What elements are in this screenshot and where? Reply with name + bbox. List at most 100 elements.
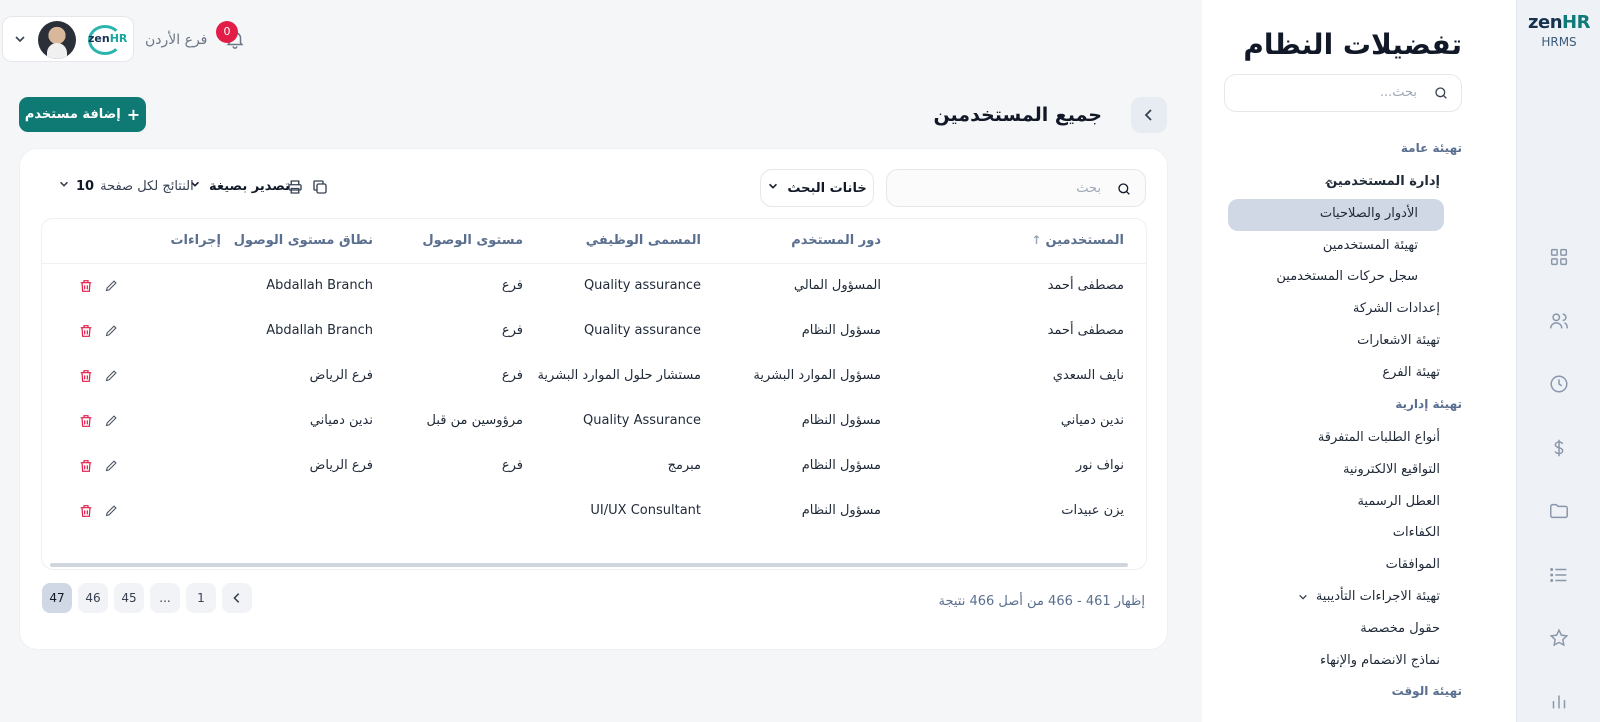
page-button[interactable]: 45 [114,583,144,613]
column-header-role: دور المستخدم [701,219,881,264]
brand-name-part1: zen [1528,12,1563,33]
sidebar-item-disciplinary[interactable]: تهيئة الاجراءات التأديبية [1316,589,1440,604]
add-user-label: إضافة مستخدم [24,107,121,122]
list-icon[interactable] [1548,564,1570,586]
sort-arrow-icon[interactable]: ↑ [1031,233,1041,247]
folder-icon[interactable] [1548,500,1570,522]
cell-role: مسؤول النظام [801,413,881,428]
trash-icon[interactable] [78,278,94,294]
search-fields-label: خانات البحث [787,180,867,196]
cell-job-title: مبرمج [667,458,701,473]
export-label: تصدير بصيغة [209,178,290,194]
brand-logo[interactable]: zenHR HRMS [1517,12,1600,49]
chart-icon[interactable] [1548,690,1570,712]
sidebar-item-company-settings[interactable]: إعدادات الشركة [1353,301,1440,316]
cell-job-title: مستشار حلول الموارد البشرية [537,368,701,383]
group-admin: تهيئة إدارية [1395,397,1462,411]
cell-role: مسؤول النظام [801,503,881,518]
sidebar-item-roles[interactable]: الأدوار والصلاحيات [1320,206,1418,221]
sidebar-item-approvals[interactable]: الموافقات [1386,557,1440,572]
pagination: 47 46 45 ... 1 [42,583,252,613]
column-header-user[interactable]: المستخدمين ↑ [881,219,1146,264]
sidebar-item-user-management[interactable]: إدارة المستخدمين [1326,174,1440,189]
sidebar-item-custom-fields[interactable]: حقول مخصصة [1360,621,1440,636]
table-header-row: المستخدمين↑ دور المستخدم المسمى الوظيفي … [42,219,1146,264]
page-button[interactable]: 46 [78,583,108,613]
sidebar-item-users-log[interactable]: سجل حركات المستخدمين [1276,269,1418,284]
table-row: يزن عبيدات مسؤول النظام UI/UX Consultant [42,488,1146,533]
sidebar-item-misc-requests[interactable]: أنواع الطلبات المتفرقة [1318,430,1440,445]
column-header-job-title: المسمى الوظيفي [523,219,701,264]
chevron-down-icon [767,180,779,196]
column-header-access-level: مستوى الوصول [373,219,523,264]
page-ellipsis: ... [150,583,180,613]
copy-icon[interactable] [311,178,329,196]
sidebar-item-onboarding-forms[interactable]: نماذج الانضمام والإنهاء [1320,653,1440,668]
cell-role: المسؤول المالي [793,278,881,294]
cell-access-level: فرع [501,323,523,338]
chevron-up-icon[interactable] [1324,176,1334,186]
horizontal-scrollbar[interactable] [50,563,1128,567]
branch-name[interactable]: فرع الأردن [145,32,207,48]
edit-icon[interactable] [104,503,119,518]
per-page-select[interactable]: النتائج لكل صفحة 10 [58,178,194,194]
star-icon[interactable] [1548,627,1570,649]
sidebar-item-users-setup[interactable]: تهيئة المستخدمين [1323,238,1418,253]
edit-icon[interactable] [104,368,119,383]
cell-access-scope: فرع الرياض [309,458,373,473]
chevron-down-icon[interactable] [1298,591,1308,601]
edit-icon[interactable] [104,413,119,428]
cell-role: مسؤول النظام [801,458,881,473]
chevron-left-icon [1144,109,1152,121]
cell-role: مسؤول الموارد البشرية [753,368,881,383]
cell-job-title: UI/UX Consultant [590,503,701,518]
sidebar-item-competencies[interactable]: الكفاءات [1393,525,1440,540]
export-dropdown[interactable]: تصدير بصيغة [189,178,290,194]
trash-icon[interactable] [78,323,94,339]
add-user-button[interactable]: + إضافة مستخدم [19,97,146,132]
column-header-user-label: المستخدمين [1045,233,1124,249]
cell-access-scope: ندين دمياني [309,413,373,428]
cell-user: نواف نور [1075,458,1124,473]
notification-badge: 0 [216,21,238,43]
cell-user: يزن عبيدات [1061,503,1124,518]
sidebar-item-branch-setup[interactable]: تهيئة الفرع [1382,365,1440,380]
trash-icon[interactable] [78,368,94,384]
page-button[interactable]: 1 [186,583,216,613]
search-placeholder: بحث [1076,181,1101,196]
sidebar-item-holidays[interactable]: العطل الرسمية [1357,494,1440,509]
trash-icon[interactable] [78,503,94,519]
users-icon[interactable] [1548,310,1570,332]
company-logo: zenHR [85,25,129,55]
cell-access-scope [221,488,373,533]
trash-icon[interactable] [78,413,94,429]
edit-icon[interactable] [104,323,119,338]
back-button[interactable] [1131,97,1167,133]
cell-user: مصطفى أحمد [1047,323,1124,338]
page-button-active[interactable]: 47 [42,583,72,613]
clock-icon[interactable] [1548,373,1570,395]
edit-icon[interactable] [104,278,119,293]
per-page-value: 10 [76,178,95,194]
edit-icon[interactable] [104,458,119,473]
cell-access-level: مرؤوسين من قبل [426,413,523,428]
settings-search-placeholder: بحث... [1379,85,1417,100]
cell-job-title: Quality assurance [583,278,701,294]
per-page-label: النتائج لكل صفحة [100,178,194,194]
company-logo-text-1: zen [88,32,110,45]
dollar-icon[interactable] [1548,437,1570,459]
search-input[interactable]: بحث [886,169,1146,207]
cell-user: ندين دمياني [1060,413,1124,428]
search-fields-button[interactable]: خانات البحث [760,169,874,207]
group-general: تهيئة عامة [1400,141,1462,155]
sidebar-item-e-signatures[interactable]: التواقيع الالكترونية [1343,462,1440,477]
settings-search-input[interactable]: بحث... [1224,74,1462,112]
avatar[interactable] [38,21,76,59]
grid-icon[interactable] [1548,246,1570,268]
user-menu[interactable]: zenHR [2,16,134,62]
trash-icon[interactable] [78,458,94,474]
sidebar-item-notifications[interactable]: تهيئة الاشعارات [1357,333,1440,348]
prev-page-button[interactable] [222,583,252,613]
chevron-down-icon[interactable] [13,32,27,46]
cell-access-scope: Abdallah Branch [266,278,373,294]
